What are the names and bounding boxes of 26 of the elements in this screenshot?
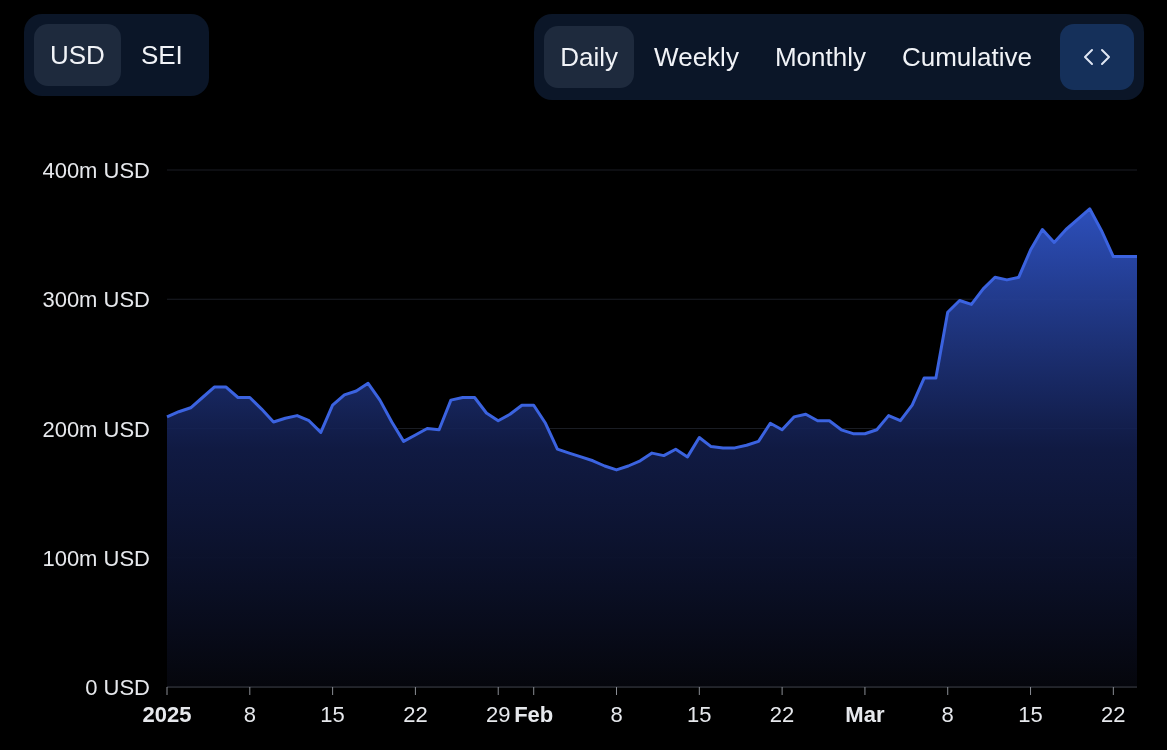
x-axis-label: 15 <box>320 702 345 728</box>
x-axis-label: Feb <box>514 702 554 728</box>
toggle-option[interactable]: SEI <box>124 24 199 86</box>
x-axis-label: 2025 <box>142 702 192 728</box>
embed-button[interactable] <box>1060 24 1134 90</box>
x-axis-label: 15 <box>687 702 712 728</box>
x-axis-label: 15 <box>1018 702 1043 728</box>
code-icon <box>1083 47 1111 67</box>
toggle-option[interactable]: Monthly <box>758 26 882 88</box>
x-axis-label: 8 <box>243 702 256 728</box>
y-axis-label: 300m USD <box>42 287 150 313</box>
x-axis-label: 8 <box>941 702 954 728</box>
y-axis-label: 200m USD <box>42 416 150 442</box>
toggle-option[interactable]: Cumulative <box>885 26 1048 88</box>
toggle-option[interactable]: USD <box>34 24 121 86</box>
toggle-option[interactable]: Daily <box>544 26 635 88</box>
x-axis-label: 22 <box>769 702 795 728</box>
toggle-option[interactable]: Weekly <box>638 26 755 88</box>
y-axis-label: 0 USD <box>85 675 150 700</box>
x-axis-label: 22 <box>403 702 428 728</box>
x-axis-label: 22 <box>1101 702 1126 728</box>
y-axis-label: 400m USD <box>42 158 150 183</box>
x-axis-label: Mar <box>845 702 885 728</box>
y-axis-label: 100m USD <box>42 545 150 571</box>
x-axis-label: 8 <box>610 702 623 728</box>
x-axis-label: 29 <box>486 702 511 728</box>
